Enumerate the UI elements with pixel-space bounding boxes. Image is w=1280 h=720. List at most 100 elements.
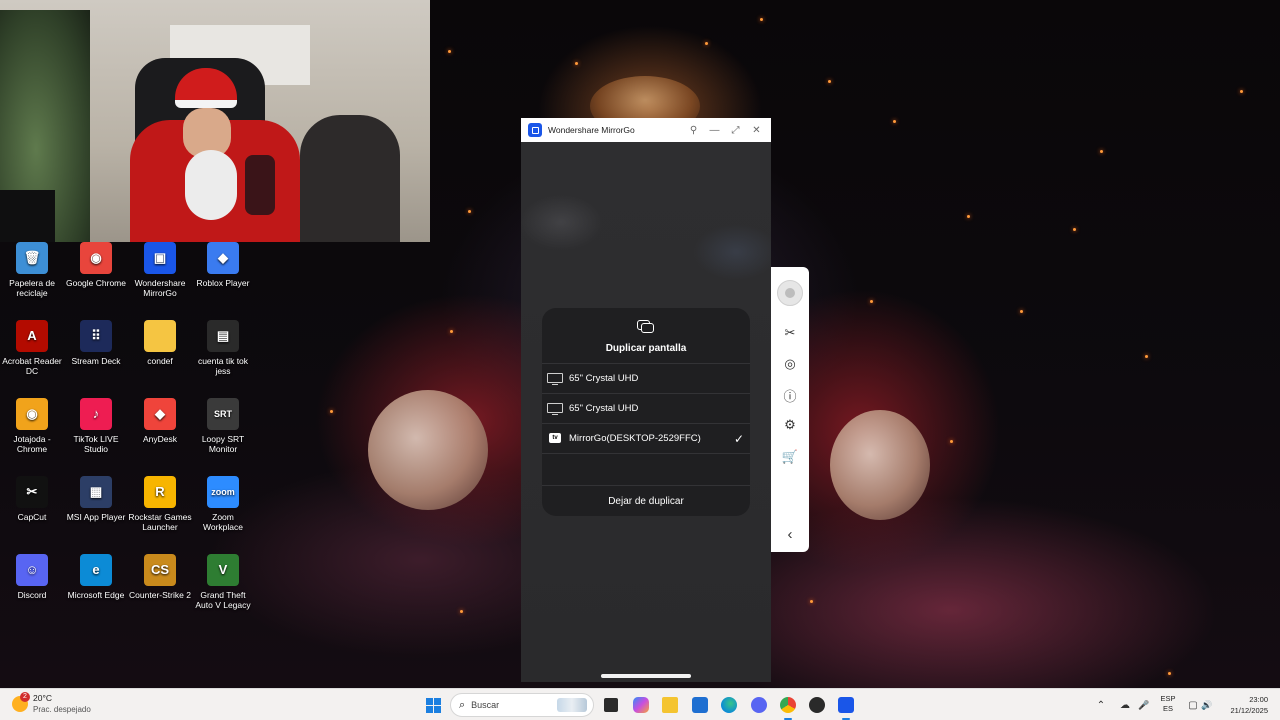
spark <box>967 215 970 218</box>
edge-icon[interactable] <box>721 697 737 713</box>
desktop-icon[interactable]: SRT Loopy SRT Monitor <box>191 398 255 454</box>
volume-icon[interactable]: 🔊 <box>1200 700 1214 711</box>
avatar[interactable] <box>777 280 803 306</box>
alert-icon[interactable]: ⓘ <box>771 384 809 406</box>
list-spacer <box>542 454 750 486</box>
desktop-icon-label: condef <box>147 356 173 366</box>
desktop-icon[interactable]: ◆ AnyDesk <box>128 398 192 444</box>
desktop-icon[interactable]: ♪ TikTok LIVE Studio <box>64 398 128 454</box>
screen-mirroring-header: Duplicar pantalla <box>542 308 750 364</box>
obs-icon[interactable] <box>809 697 825 713</box>
desktop-icon[interactable]: zoom Zoom Workplace <box>191 476 255 532</box>
stop-mirroring-button[interactable]: Dejar de duplicar <box>542 486 750 516</box>
weather-temperature: 20°C <box>33 693 52 703</box>
spark <box>828 80 831 83</box>
spark <box>450 330 453 333</box>
desktop-app-icon: ▣ <box>144 242 176 274</box>
device-name: MirrorGo(DESKTOP-2529FFC) <box>569 433 701 444</box>
spark <box>705 42 708 45</box>
spark <box>1073 228 1076 231</box>
mirrorgo-taskbar-icon[interactable] <box>838 697 854 720</box>
spark <box>1020 310 1023 313</box>
spark <box>893 120 896 123</box>
desktop-app-icon: V <box>207 554 239 586</box>
tv-icon <box>547 402 563 415</box>
desktop-icon-label: Counter-Strike 2 <box>129 590 191 600</box>
language-region: ES <box>1162 704 1173 713</box>
desktop-icon[interactable]: V Grand Theft Auto V Legacy <box>191 554 255 610</box>
display-icon[interactable]: ▢ <box>1186 700 1200 711</box>
desktop-icon[interactable]: ⠿ Stream Deck <box>64 320 128 366</box>
spark <box>575 62 578 65</box>
desktop-icon-label: Google Chrome <box>65 278 126 288</box>
desktop-app-icon: R <box>144 476 176 508</box>
desktop-icon[interactable]: ▤ cuenta tik tok jess <box>191 320 255 376</box>
webcam-microphone <box>245 155 275 215</box>
desktop-icon[interactable]: CS Counter-Strike 2 <box>128 554 192 600</box>
settings-icon[interactable]: ⚙ <box>771 414 809 436</box>
chrome-icon[interactable] <box>780 697 796 720</box>
desktop-app-icon: CS <box>144 554 176 586</box>
discord-icon[interactable] <box>751 697 767 713</box>
home-indicator[interactable] <box>601 674 691 678</box>
desktop-icon[interactable]: R Rockstar Games Launcher <box>128 476 192 532</box>
spark <box>448 50 451 53</box>
desktop-icon[interactable]: ✂ CapCut <box>0 476 64 522</box>
desktop-icon[interactable]: ◆ Roblox Player <box>191 242 255 288</box>
desktop-icon-label: Jotajoda - Chrome <box>13 434 51 454</box>
window-title: Wondershare MirrorGo <box>548 125 635 135</box>
desktop-icon[interactable]: ◉ Jotajoda - Chrome <box>0 398 64 454</box>
apple-tv-icon: tv <box>547 432 563 445</box>
record-icon[interactable]: ◎ <box>771 353 809 375</box>
search-box[interactable]: ⌕ Buscar <box>450 693 594 717</box>
desktop-app-icon: ◆ <box>207 242 239 274</box>
desktop-icon[interactable]: A Acrobat Reader DC <box>0 320 64 376</box>
spark <box>460 610 463 613</box>
cloud-icon[interactable]: ☁ <box>1114 700 1136 711</box>
desktop-app-icon: ☺ <box>16 554 48 586</box>
device-list: 65" Crystal UHD 65" Crystal UHD tv MirrorGo… <box>542 364 750 454</box>
desktop-icon[interactable]: ▦ MSI App Player <box>64 476 128 522</box>
device-option[interactable]: 65" Crystal UHD <box>542 364 750 394</box>
file-explorer-icon[interactable] <box>662 697 678 713</box>
weather-widget[interactable]: 2 20°C Prac. despejado <box>12 692 91 715</box>
desktop-icon-label: Microsoft Edge <box>67 590 125 600</box>
show-hidden-icons-icon[interactable]: ⌃ <box>1094 700 1108 711</box>
maximize-button[interactable]: ⤢ <box>725 125 746 136</box>
copilot-icon[interactable] <box>633 697 649 713</box>
phone-screen[interactable]: Duplicar pantalla 65" Crystal UHD 65" Cry… <box>521 142 771 682</box>
scissors-icon[interactable]: ✂ <box>771 322 809 344</box>
collapse-toolbar-icon[interactable]: ‹ <box>771 523 809 545</box>
close-button[interactable]: ✕ <box>746 125 767 136</box>
desktop-icon-label: Acrobat Reader DC <box>2 356 62 376</box>
mirrorgo-titlebar[interactable]: Wondershare MirrorGo ⚲ — ⤢ ✕ <box>521 118 771 142</box>
device-option[interactable]: tv MirrorGo(DESKTOP-2529FFC) ✓ <box>542 424 750 454</box>
desktop-icon[interactable]: ◉ Google Chrome <box>64 242 128 288</box>
minimize-button[interactable]: — <box>704 125 725 136</box>
notification-badge: 2 <box>20 692 30 702</box>
microphone-icon[interactable]: 🎤 <box>1136 700 1152 711</box>
microsoft-store-icon[interactable] <box>692 697 708 713</box>
spark <box>1145 355 1148 358</box>
desktop-icon[interactable]: ☺ Discord <box>0 554 64 600</box>
desktop-icon[interactable]: 🗑 Papelera de reciclaje <box>0 242 64 298</box>
device-option[interactable]: 65" Crystal UHD <box>542 394 750 424</box>
desktop-icon-label: Wondershare MirrorGo <box>134 278 186 298</box>
search-highlight-image <box>557 698 587 712</box>
start-button[interactable] <box>426 698 441 713</box>
desktop-icon-label: Stream Deck <box>71 356 121 366</box>
clock[interactable]: 23:00 21/12/2025 <box>1222 694 1268 716</box>
spark <box>330 410 333 413</box>
clock-time: 23:00 <box>1249 695 1268 704</box>
desktop-icon[interactable]: condef <box>128 320 192 366</box>
desktop-icon[interactable]: e Microsoft Edge <box>64 554 128 600</box>
cart-icon[interactable]: 🛒 <box>771 446 809 468</box>
desktop-icon[interactable]: ▣ Wondershare MirrorGo <box>128 242 192 298</box>
desktop-icon-label: Grand Theft Auto V Legacy <box>195 590 251 610</box>
pin-icon[interactable]: ⚲ <box>683 125 704 136</box>
desktop-icon-label: Discord <box>17 590 47 600</box>
task-view-icon[interactable] <box>604 698 618 712</box>
taskbar: 2 20°C Prac. despejado ⌕ Buscar ⌃ ☁ 🎤 ES… <box>0 688 1280 720</box>
clock-date: 21/12/2025 <box>1230 706 1268 715</box>
language-indicator[interactable]: ESP ES <box>1157 694 1179 714</box>
